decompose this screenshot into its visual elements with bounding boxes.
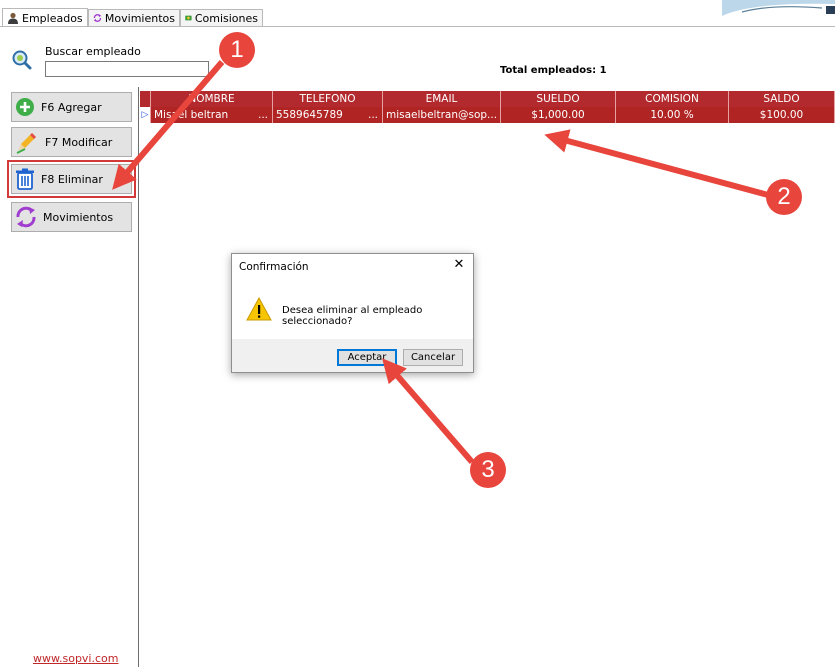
movements-button-label: Movimientos — [43, 210, 114, 224]
employees-grid: NOMBRE TELEFONO EMAIL SUELDO COMISION SA… — [140, 91, 835, 123]
annotation-badge-3: 3 — [470, 452, 506, 488]
column-header[interactable]: NOMBRE — [151, 91, 273, 107]
cell-comision[interactable]: 10.00 % — [616, 107, 729, 123]
refresh-icon — [16, 206, 36, 228]
sidebar: F6 Agregar F7 Modificar F8 Eliminar Movi… — [0, 87, 139, 667]
column-header[interactable]: SUELDO — [501, 91, 616, 107]
cancel-button[interactable]: Cancelar — [403, 349, 463, 366]
row-selector-arrow-icon: ▷ — [140, 107, 151, 123]
dialog-footer: Aceptar Cancelar — [232, 339, 473, 372]
tab-label: Comisiones — [194, 11, 258, 25]
tab-empleados[interactable]: Empleados — [2, 8, 88, 27]
delete-button[interactable]: F8 Eliminar — [7, 160, 136, 198]
close-icon[interactable]: ✕ — [451, 257, 467, 272]
tab-label: Empleados — [22, 11, 83, 25]
table-row[interactable]: ▷ Misael beltran... 5589645789... misael… — [140, 107, 835, 123]
delete-button-label: F8 Eliminar — [41, 172, 103, 186]
money-icon — [185, 15, 192, 21]
pencil-icon — [16, 133, 36, 154]
tab-comisiones[interactable]: Comisiones — [180, 9, 263, 26]
column-header[interactable]: EMAIL — [383, 91, 501, 107]
accept-button[interactable]: Aceptar — [337, 349, 397, 366]
cell-saldo[interactable]: $100.00 — [729, 107, 835, 123]
tab-divider — [0, 26, 835, 27]
edit-button[interactable]: F7 Modificar — [11, 127, 132, 157]
tab-movimientos[interactable]: Movimientos — [88, 9, 180, 26]
confirmation-dialog: Confirmación ✕ Desea eliminar al emplead… — [231, 253, 474, 373]
dialog-message: Desea eliminar al empleado seleccionado? — [282, 305, 423, 327]
annotation-badge-1: 1 — [219, 32, 255, 68]
cell-nombre-text: Misael beltran — [154, 109, 229, 121]
cell-email[interactable]: misaelbeltran@sop... — [383, 107, 501, 123]
search-input[interactable] — [45, 61, 209, 77]
edit-button-label: F7 Modificar — [45, 135, 113, 149]
tab-label: Movimientos — [104, 11, 175, 25]
annotation-badge-2: 2 — [766, 179, 802, 215]
column-header[interactable]: TELEFONO — [273, 91, 383, 107]
arrow-2 — [544, 129, 769, 198]
arrow-3 — [382, 358, 475, 464]
cell-nombre[interactable]: Misael beltran... — [151, 107, 273, 123]
plus-icon — [16, 98, 34, 116]
search-icon — [12, 50, 32, 70]
grid-header: NOMBRE TELEFONO EMAIL SUELDO COMISION SA… — [140, 91, 835, 107]
total-employees-label: Total empleados: 1 — [500, 65, 607, 76]
add-button-label: F6 Agregar — [41, 100, 102, 114]
refresh-icon — [93, 14, 102, 22]
tab-strip: Empleados Movimientos Comisiones — [0, 0, 835, 27]
cell-telefono[interactable]: 5589645789... — [273, 107, 383, 123]
column-header[interactable]: SALDO — [729, 91, 835, 107]
column-header[interactable]: COMISION — [616, 91, 729, 107]
dialog-title: Confirmación — [239, 261, 309, 273]
add-button[interactable]: F6 Agregar — [11, 92, 132, 122]
warning-icon — [246, 297, 272, 321]
cell-sueldo[interactable]: $1,000.00 — [501, 107, 616, 123]
employee-icon — [8, 12, 18, 24]
movements-button[interactable]: Movimientos — [11, 202, 132, 232]
cell-telefono-text: 5589645789 — [276, 109, 343, 121]
trash-icon — [16, 168, 34, 190]
row-selector-header — [140, 91, 151, 107]
search-label: Buscar empleado — [45, 45, 141, 58]
website-link[interactable]: www.sopvi.com — [33, 652, 118, 665]
